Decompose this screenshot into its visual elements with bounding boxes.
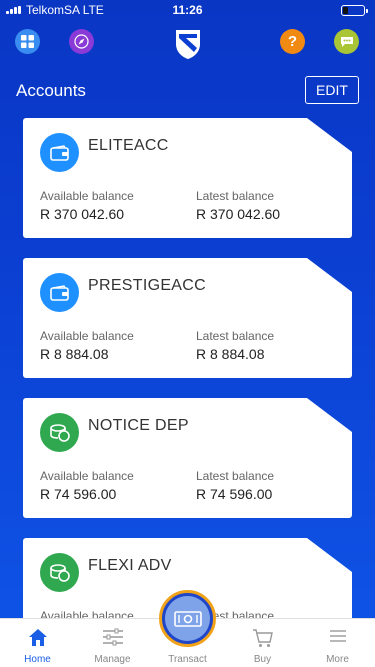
sliders-icon [75, 628, 150, 648]
latest-balance-label: Latest balance [196, 469, 275, 483]
chat-icon[interactable] [334, 29, 359, 54]
wallet-icon [40, 273, 79, 312]
nav-home[interactable]: Home [0, 619, 75, 667]
clock: 11:26 [172, 3, 203, 17]
latest-balance-label: Latest balance [196, 189, 275, 203]
battery-icon [341, 5, 368, 16]
account-name: NOTICE DEP [88, 417, 189, 434]
account-name: ELITEACC [88, 137, 169, 154]
cart-icon [225, 628, 300, 648]
account-card-prestigeacc[interactable]: PRESTIGEACC Available balance Latest bal… [23, 258, 352, 378]
latest-balance-value: R 370 042.60 [196, 206, 281, 222]
account-card-eliteacc[interactable]: ELITEACC Available balance Latest balanc… [23, 118, 352, 238]
coins-icon [40, 413, 79, 452]
wallet-icon [40, 133, 79, 172]
cash-icon [165, 596, 210, 641]
nav-more-label: More [326, 654, 349, 665]
nav-buy-label: Buy [253, 654, 272, 665]
menu-icon [300, 628, 375, 648]
nav-transact-label: Transact [168, 654, 207, 665]
help-icon[interactable]: ? [280, 29, 305, 54]
latest-balance-value: R 74 596.00 [196, 486, 273, 502]
edit-button[interactable]: EDIT [305, 76, 359, 104]
available-balance-value: R 74 596.00 [40, 486, 117, 502]
account-name: FLEXI ADV [88, 557, 172, 574]
accounts-title: Accounts [16, 81, 86, 100]
nav-buy[interactable]: Buy [225, 619, 300, 667]
status-bar: TelkomSA LTE 11:26 [0, 0, 375, 20]
bank-shield-logo[interactable] [174, 28, 202, 60]
available-balance-value: R 370 042.60 [40, 206, 125, 222]
available-balance-value: R 8 884.08 [40, 346, 109, 362]
account-name: PRESTIGEACC [88, 277, 206, 294]
available-balance-label: Available balance [40, 469, 134, 483]
transact-button[interactable] [159, 590, 216, 647]
coins-icon [40, 553, 79, 592]
nav-home-label: Home [24, 654, 51, 665]
available-balance-label: Available balance [40, 329, 134, 343]
nav-manage[interactable]: Manage [75, 619, 150, 667]
apps-grid-icon[interactable] [15, 29, 40, 54]
nav-more[interactable]: More [300, 619, 375, 667]
home-icon [0, 628, 75, 648]
account-card-notice-dep[interactable]: NOTICE DEP Available balance Latest bala… [23, 398, 352, 518]
help-label: ? [287, 33, 298, 50]
compass-icon[interactable] [69, 29, 94, 54]
latest-balance-label: Latest balance [196, 329, 275, 343]
latest-balance-value: R 8 884.08 [196, 346, 265, 362]
nav-manage-label: Manage [94, 654, 131, 665]
available-balance-label: Available balance [40, 189, 134, 203]
